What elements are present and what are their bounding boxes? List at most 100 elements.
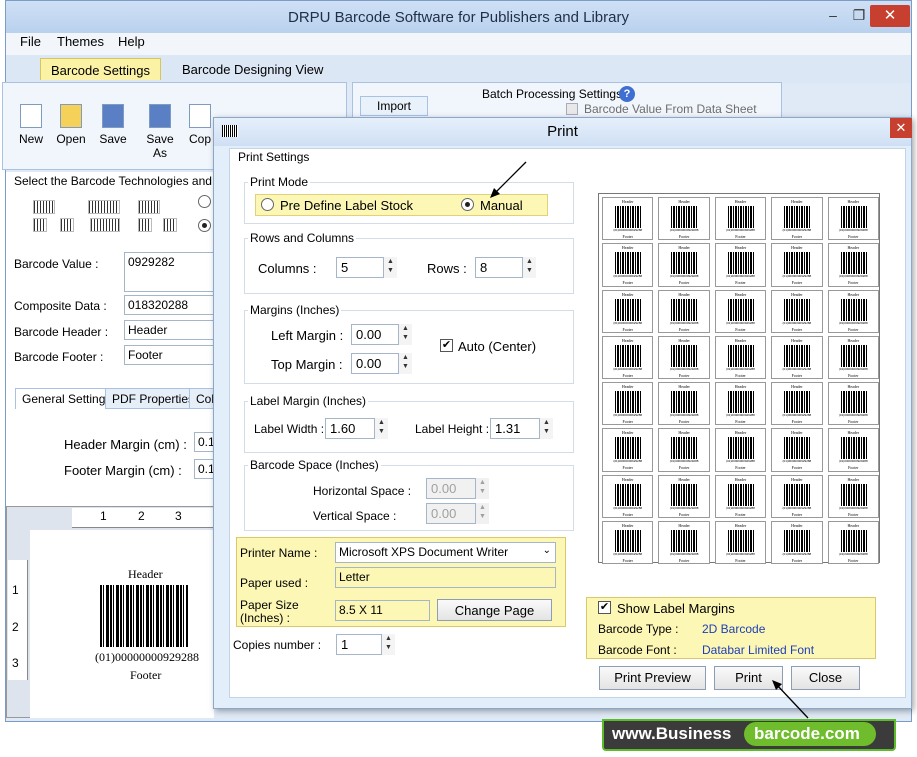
manual-radio[interactable] [461,198,474,211]
footer-margin-field[interactable]: 0.1 [194,459,214,479]
preview-label-number: (01)00000000929288 [838,320,868,325]
preview-label-header: Header [847,476,860,482]
preview-label: Header (01)00000000929288 Footer [771,474,823,518]
copy-button[interactable]: Cop [186,104,214,146]
preview-label-number: (01)00000000929288 [669,413,699,417]
vertical-space-spinner[interactable]: ▲ ▼ [475,503,489,524]
save-label: Save [99,132,127,146]
2d-radio[interactable] [198,219,211,232]
left-margin-input[interactable]: 0.00 [351,324,399,345]
minimize-icon[interactable]: – [820,5,846,25]
linear-barcode-icon[interactable] [88,200,120,214]
barcode-image[interactable] [100,585,188,647]
save-button[interactable]: Save [93,104,133,146]
horizontal-space-spinner[interactable]: ▲ ▼ [475,478,489,499]
barcode-header-field[interactable]: Header [124,320,214,340]
preview-label-number: (01)00000000929288 [782,459,812,464]
copies-input[interactable]: 1 [336,634,382,655]
tab-pdf-properties[interactable]: PDF Properties [105,388,202,409]
preview-label: Header (01)00000000929288 Footer [602,382,654,426]
2d-barcode-icon[interactable] [33,218,47,232]
2d-barcode-icon[interactable] [138,218,152,232]
rows-spinner[interactable]: ▲ ▼ [522,257,536,278]
ruler-tick-label: 1 [100,509,107,523]
printer-name-select[interactable]: Microsoft XPS Document Writer ⌄ [335,542,556,563]
manual-label[interactable]: Manual [480,198,523,213]
label-width-input[interactable]: 1.60 [325,418,375,439]
2d-barcode-icon[interactable] [90,218,120,232]
open-button[interactable]: Open [51,104,91,146]
preview-label-header: Header [791,291,803,297]
preview-label-barcode [840,252,868,275]
data-sheet-checkbox[interactable] [566,103,578,115]
columns-spinner[interactable]: ▲ ▼ [383,257,397,278]
composite-data-field[interactable]: 018320288 [124,295,214,315]
preview-label-footer: Footer [791,234,803,239]
label-height-spinner[interactable]: ▲ ▼ [539,418,553,439]
preview-label-header: Header [847,430,860,436]
show-label-margins-checkbox[interactable]: ✔ [598,601,611,614]
menu-file[interactable]: File [20,34,41,49]
tab-general-settings[interactable]: General Settings [15,388,119,409]
new-button[interactable]: New [11,104,51,146]
print-preview-button[interactable]: Print Preview [599,666,706,690]
linear-barcode-icon[interactable] [138,200,160,214]
auto-center-checkbox[interactable]: ✔ [440,339,453,352]
preview-label-barcode [840,529,868,552]
close-icon[interactable]: ✕ [870,5,910,27]
predefine-label-stock-radio[interactable] [261,198,274,211]
save-as-label: Save As [146,132,174,160]
rows-label: Rows : [427,261,467,276]
rows-input[interactable]: 8 [475,257,523,278]
menu-themes[interactable]: Themes [57,34,104,49]
composite-data-label: Composite Data : [14,299,107,313]
preview-label-barcode [727,206,755,228]
barcode-value-label: Barcode Value : [14,257,99,271]
change-page-button[interactable]: Change Page [437,599,552,621]
label-width-spinner[interactable]: ▲ ▼ [374,418,388,439]
vertical-space-label: Vertical Space : [313,509,397,523]
barcode-value-field[interactable]: 0929282 [124,252,214,292]
preview-label-number: (01)00000000929288 [838,274,868,279]
2d-barcode-icon[interactable] [60,218,74,232]
2d-barcode-icon[interactable] [163,218,177,232]
help-icon[interactable]: ? [619,86,635,102]
columns-input[interactable]: 5 [336,257,384,278]
header-margin-field[interactable]: 0.1 [194,432,214,452]
preview-label-barcode [671,298,699,321]
linear-barcode-icon[interactable] [33,200,55,214]
paper-size-label: Paper Size [240,598,299,612]
tab-barcode-settings[interactable]: Barcode Settings [40,58,162,80]
top-margin-input[interactable]: 0.00 [351,353,399,374]
preview-label: Header (01)00000000929288 Footer [714,382,767,426]
preview-label-header: Header [621,384,634,389]
preview-label-number: (01)00000000929288 [726,551,755,556]
horizontal-space-input[interactable]: 0.00 [426,478,476,499]
predefine-label-stock-label[interactable]: Pre Define Label Stock [280,198,413,213]
copies-spinner[interactable]: ▲ ▼ [381,634,395,655]
data-sheet-label: Barcode Value From Data Sheet [584,102,757,116]
preview-label: Header (01)00000000929288 Footer [602,520,654,564]
save-as-button[interactable]: Save As [138,104,182,160]
dialog-title: Print [547,123,578,140]
linear-radio[interactable] [198,195,211,208]
top-margin-spinner[interactable]: ▲ ▼ [398,353,412,374]
vertical-space-input[interactable]: 0.00 [426,503,476,524]
preview-label-barcode [671,252,699,275]
tab-barcode-designing-view[interactable]: Barcode Designing View [172,58,333,80]
preview-label: Header (01)00000000929288 Footer [602,243,654,287]
preview-label-barcode [727,344,755,367]
import-button[interactable]: Import [360,96,428,116]
tab-color[interactable]: Colo [189,388,214,409]
left-margin-spinner[interactable]: ▲ ▼ [398,324,412,345]
preview-label-barcode [784,344,812,367]
dialog-close-icon[interactable]: ✕ [890,118,912,138]
barcode-footer-field[interactable]: Footer [124,345,214,365]
menu-help[interactable]: Help [118,34,145,49]
preview-label: Header (01)00000000929288 Footer [771,197,823,241]
maximize-icon[interactable]: ❐ [846,5,872,25]
preview-label-footer: Footer [735,372,746,378]
label-height-input[interactable]: 1.31 [490,418,540,439]
preview-label-number: (01)00000000929288 [669,228,699,232]
preview-header-text: Header [128,567,163,581]
